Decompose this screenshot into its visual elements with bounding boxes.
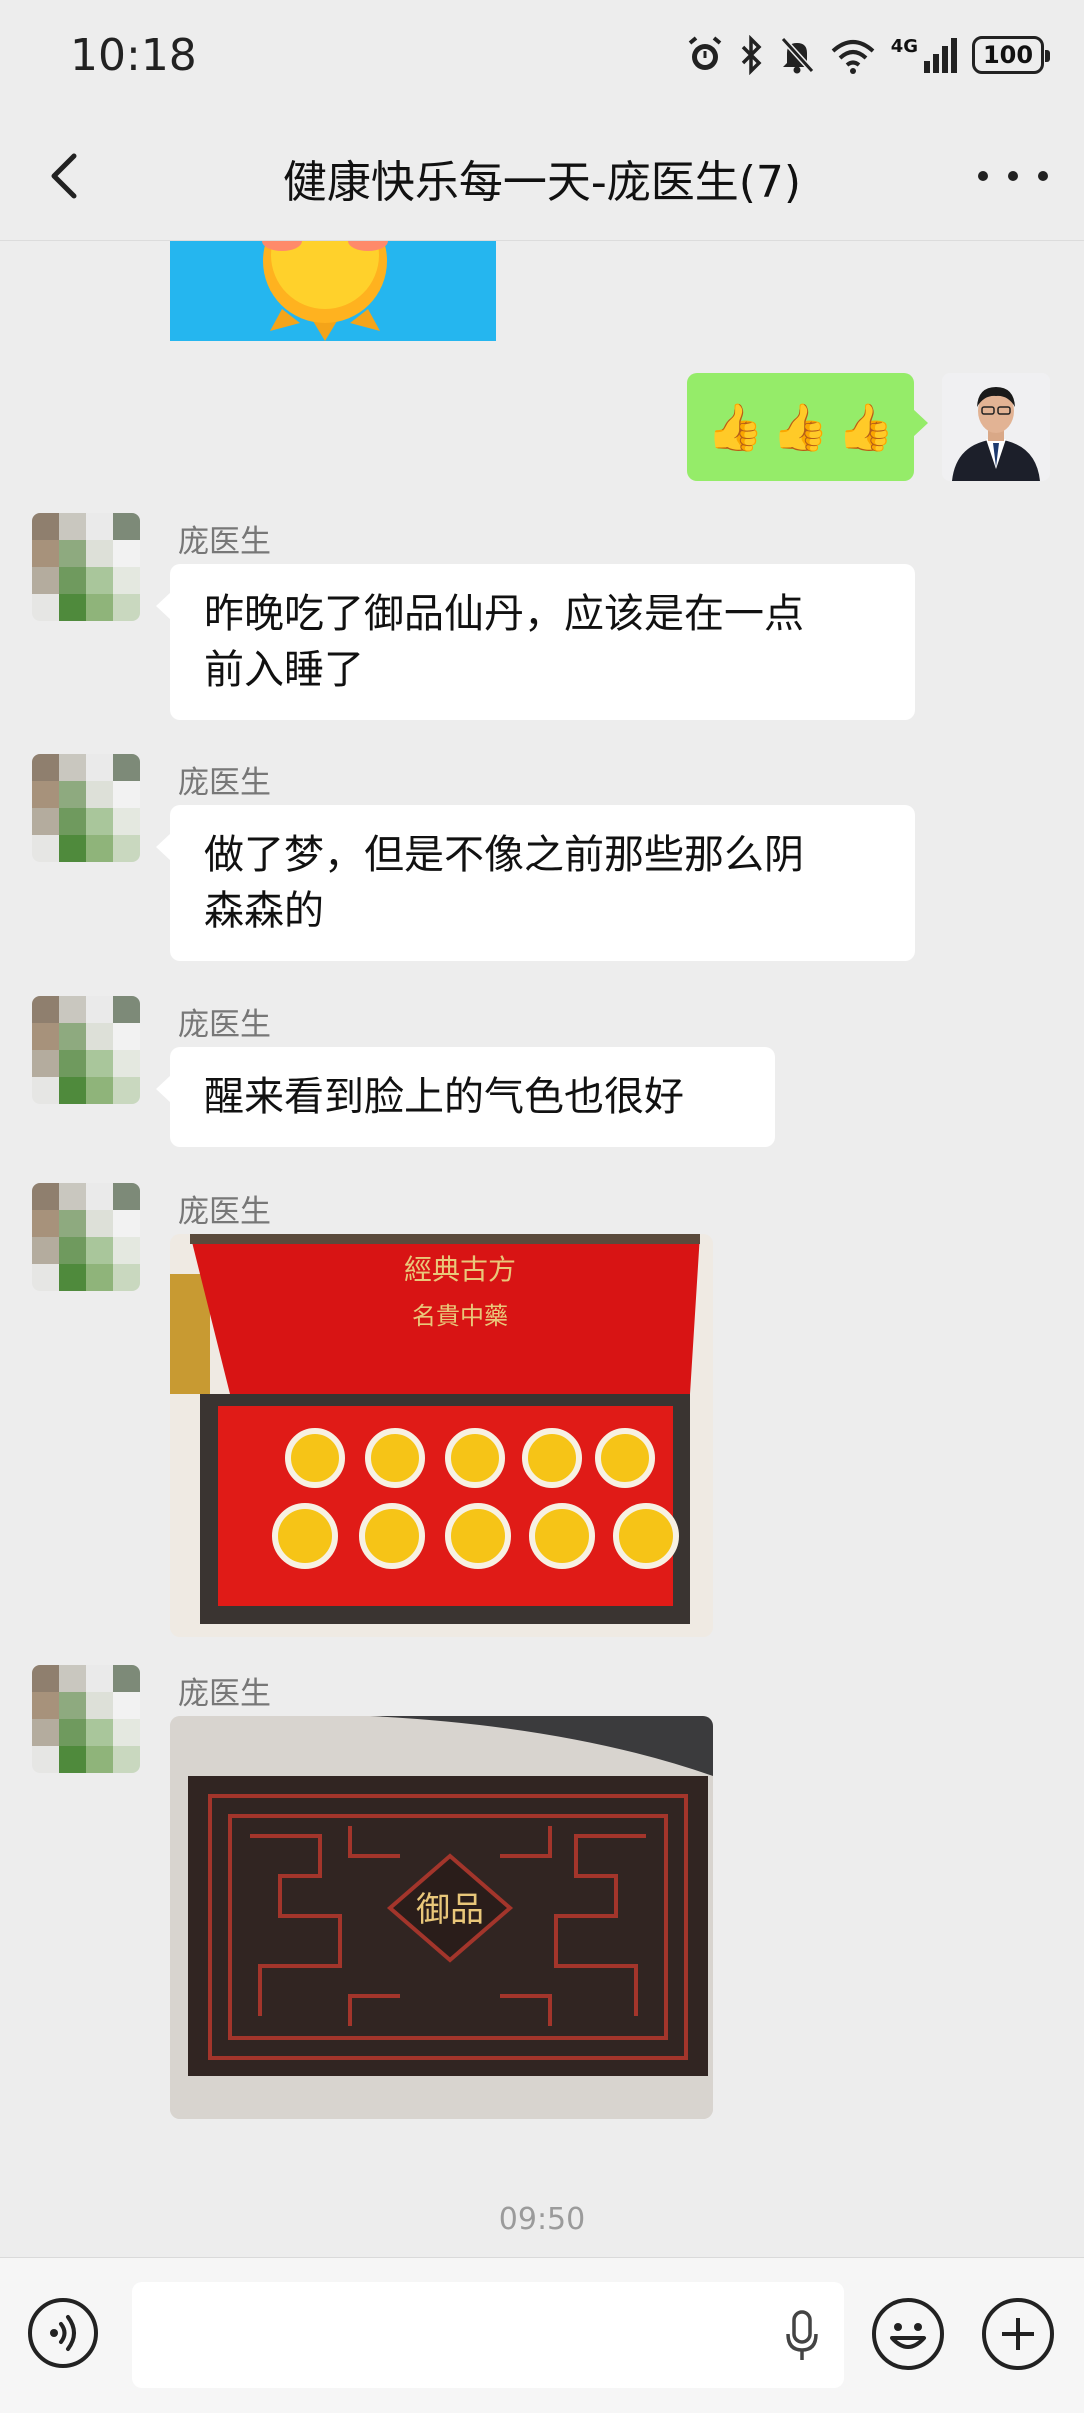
- bluetooth-icon: [741, 35, 762, 75]
- thumbs-up-emoji: 👍: [771, 399, 830, 454]
- mute-icon: [780, 36, 814, 74]
- signal-icon: [924, 38, 957, 73]
- network-type: 4G: [890, 35, 918, 57]
- message-line: 做了梦，但是不像之前那些那么阴: [204, 832, 804, 878]
- box-lid-text: 名貴中藥: [412, 1302, 508, 1330]
- wifi-icon: [831, 40, 875, 74]
- microphone-icon[interactable]: [784, 2310, 820, 2362]
- chat-title: 健康快乐每一天-庞医生(7): [282, 157, 802, 208]
- sender-name: 庞医生: [178, 524, 271, 560]
- thumbs-up-emoji: 👍: [706, 399, 764, 454]
- message-list[interactable]: 👍 👍 👍 庞医生 昨晚吃了御品仙丹，应该是在一点 前入睡了 庞医生 做了梦，但…: [0, 241, 1084, 2257]
- message-timestamp: 09:50: [498, 2202, 586, 2237]
- man-in-suit-avatar: [942, 373, 1050, 481]
- sun-sticker-image[interactable]: [170, 241, 496, 341]
- thumbs-up-emoji: 👍: [837, 399, 895, 454]
- status-icons: 4G 100: [685, 30, 1050, 80]
- battery-level: 100: [982, 41, 1034, 69]
- text-message-bubble[interactable]: 昨晚吃了御品仙丹，应该是在一点 前入睡了: [156, 564, 915, 720]
- sender-name: 庞医生: [178, 1676, 271, 1712]
- my-message-bubble[interactable]: 👍 👍 👍: [687, 373, 928, 481]
- red-pill-box-image: 經典古方 名貴中藥: [170, 1234, 713, 1637]
- sender-avatar[interactable]: [32, 1665, 140, 1773]
- battery-icon: 100: [972, 36, 1050, 74]
- sender-name: 庞医生: [178, 765, 271, 801]
- carved-box-image: 御品: [170, 1716, 713, 2119]
- box-emblem-text: 御品: [416, 1890, 484, 1930]
- gift-box-photo[interactable]: 經典古方 名貴中藥: [170, 1234, 713, 1637]
- sender-avatar[interactable]: [32, 754, 140, 862]
- emoji-icon[interactable]: [872, 2298, 944, 2370]
- status-time: 10:18: [70, 30, 197, 81]
- plus-icon[interactable]: [982, 2298, 1054, 2370]
- message-line: 醒来看到脸上的气色也很好: [204, 1074, 684, 1120]
- my-avatar[interactable]: [942, 373, 1050, 481]
- status-bar: 10:18 4G 100: [0, 0, 1084, 112]
- alarm-icon: [688, 36, 721, 70]
- sun-icon: [262, 241, 388, 341]
- message-input[interactable]: [132, 2282, 844, 2388]
- box-lid-text: 經典古方: [404, 1253, 516, 1286]
- sender-name: 庞医生: [178, 1194, 271, 1230]
- input-bar: [0, 2257, 1084, 2413]
- more-dots-icon[interactable]: [978, 146, 1048, 206]
- text-message-bubble[interactable]: 醒来看到脸上的气色也很好: [156, 1047, 775, 1147]
- message-line: 前入睡了: [204, 647, 364, 693]
- sender-name: 庞医生: [178, 1007, 271, 1043]
- sender-avatar[interactable]: [32, 996, 140, 1104]
- voice-toggle-icon[interactable]: [28, 2298, 98, 2368]
- sender-avatar[interactable]: [32, 1183, 140, 1291]
- sender-avatar[interactable]: [32, 513, 140, 621]
- text-message-bubble[interactable]: 做了梦，但是不像之前那些那么阴 森森的: [156, 805, 915, 961]
- message-line: 森森的: [204, 888, 324, 934]
- message-line: 昨晚吃了御品仙丹，应该是在一点: [204, 591, 804, 637]
- chat-header: 健康快乐每一天-庞医生(7): [0, 112, 1084, 241]
- carved-box-photo[interactable]: 御品: [170, 1716, 713, 2119]
